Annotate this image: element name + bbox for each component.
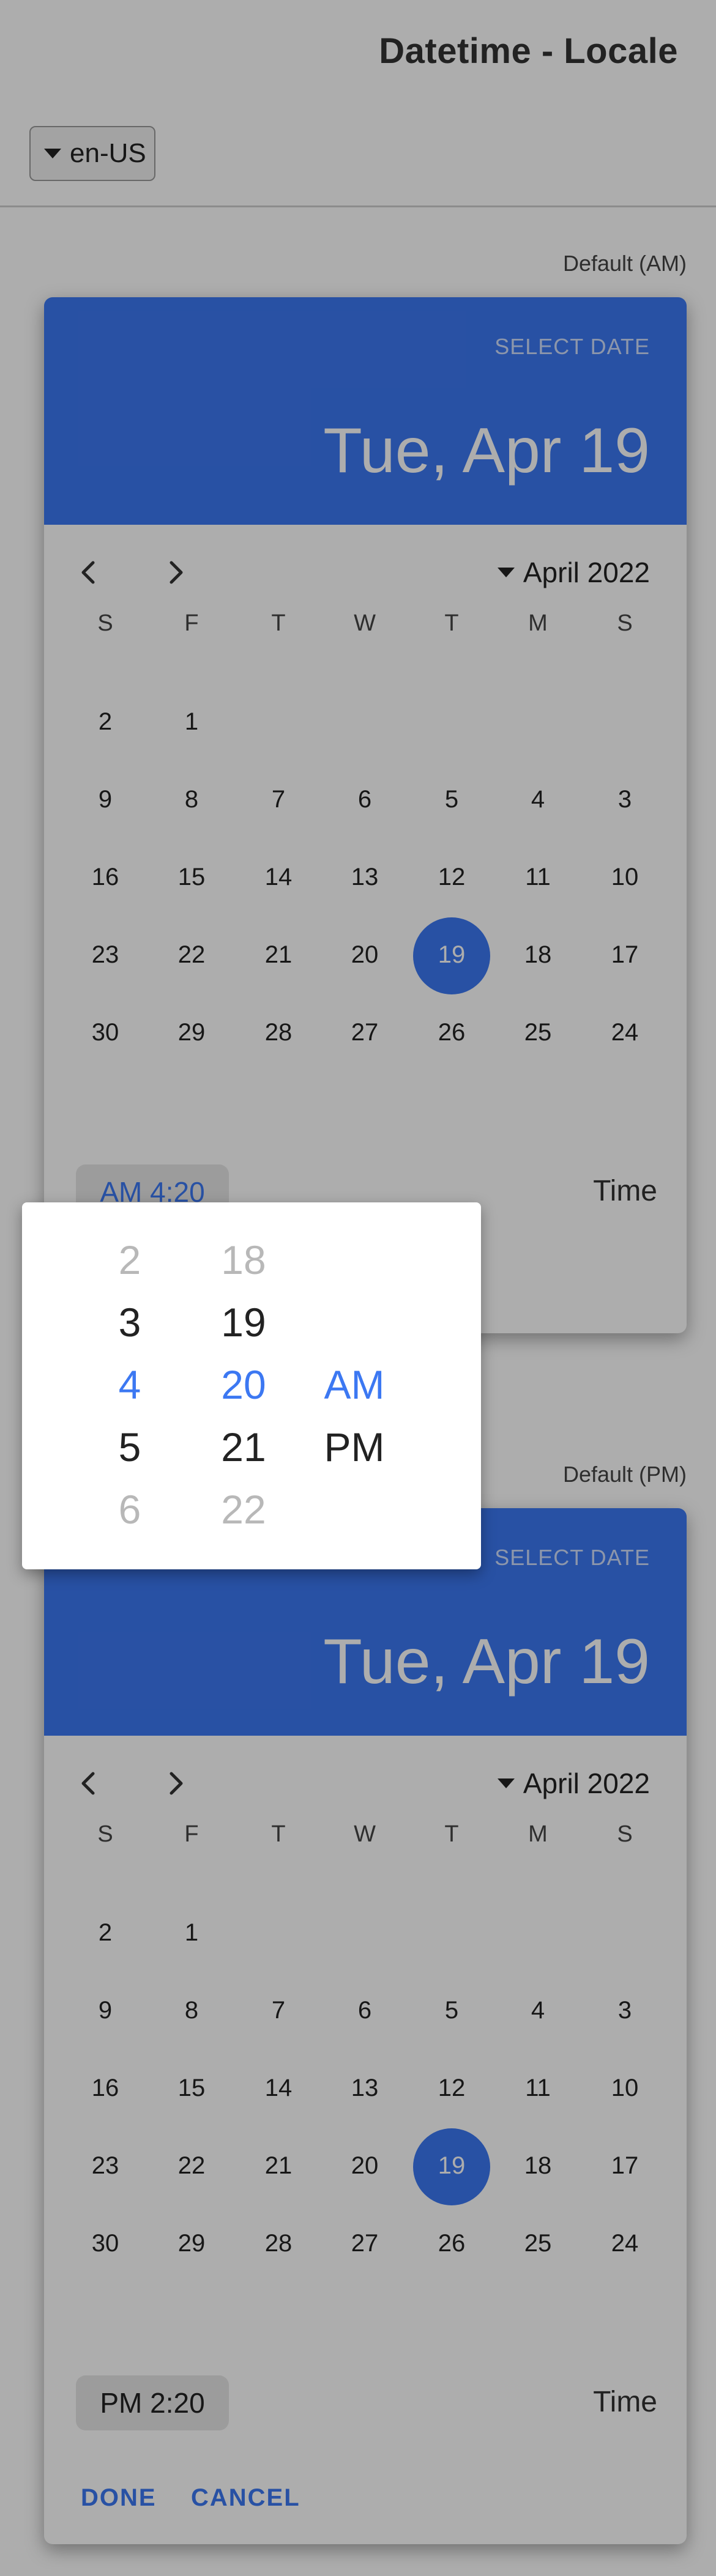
minute-option[interactable]: 22 [182, 1486, 305, 1533]
hour-option[interactable]: 5 [69, 1424, 191, 1470]
hour-option[interactable]: 6 [69, 1486, 191, 1533]
minute-option[interactable]: 20 [182, 1361, 305, 1408]
page: Datetime - Locale en-US Default (AM) SEL… [0, 0, 716, 2576]
minute-option[interactable]: 18 [182, 1237, 305, 1283]
minute-option[interactable]: 21 [182, 1424, 305, 1470]
period-option[interactable]: PM [293, 1424, 416, 1470]
time-picker-popup: 2 3 4 5 6 18 19 20 21 22 AM PM [22, 1202, 481, 1569]
hour-option[interactable]: 3 [69, 1299, 191, 1345]
minute-option[interactable]: 19 [182, 1299, 305, 1345]
period-option[interactable]: AM [293, 1361, 416, 1408]
hour-option[interactable]: 2 [69, 1237, 191, 1283]
hour-option[interactable]: 4 [69, 1361, 191, 1408]
